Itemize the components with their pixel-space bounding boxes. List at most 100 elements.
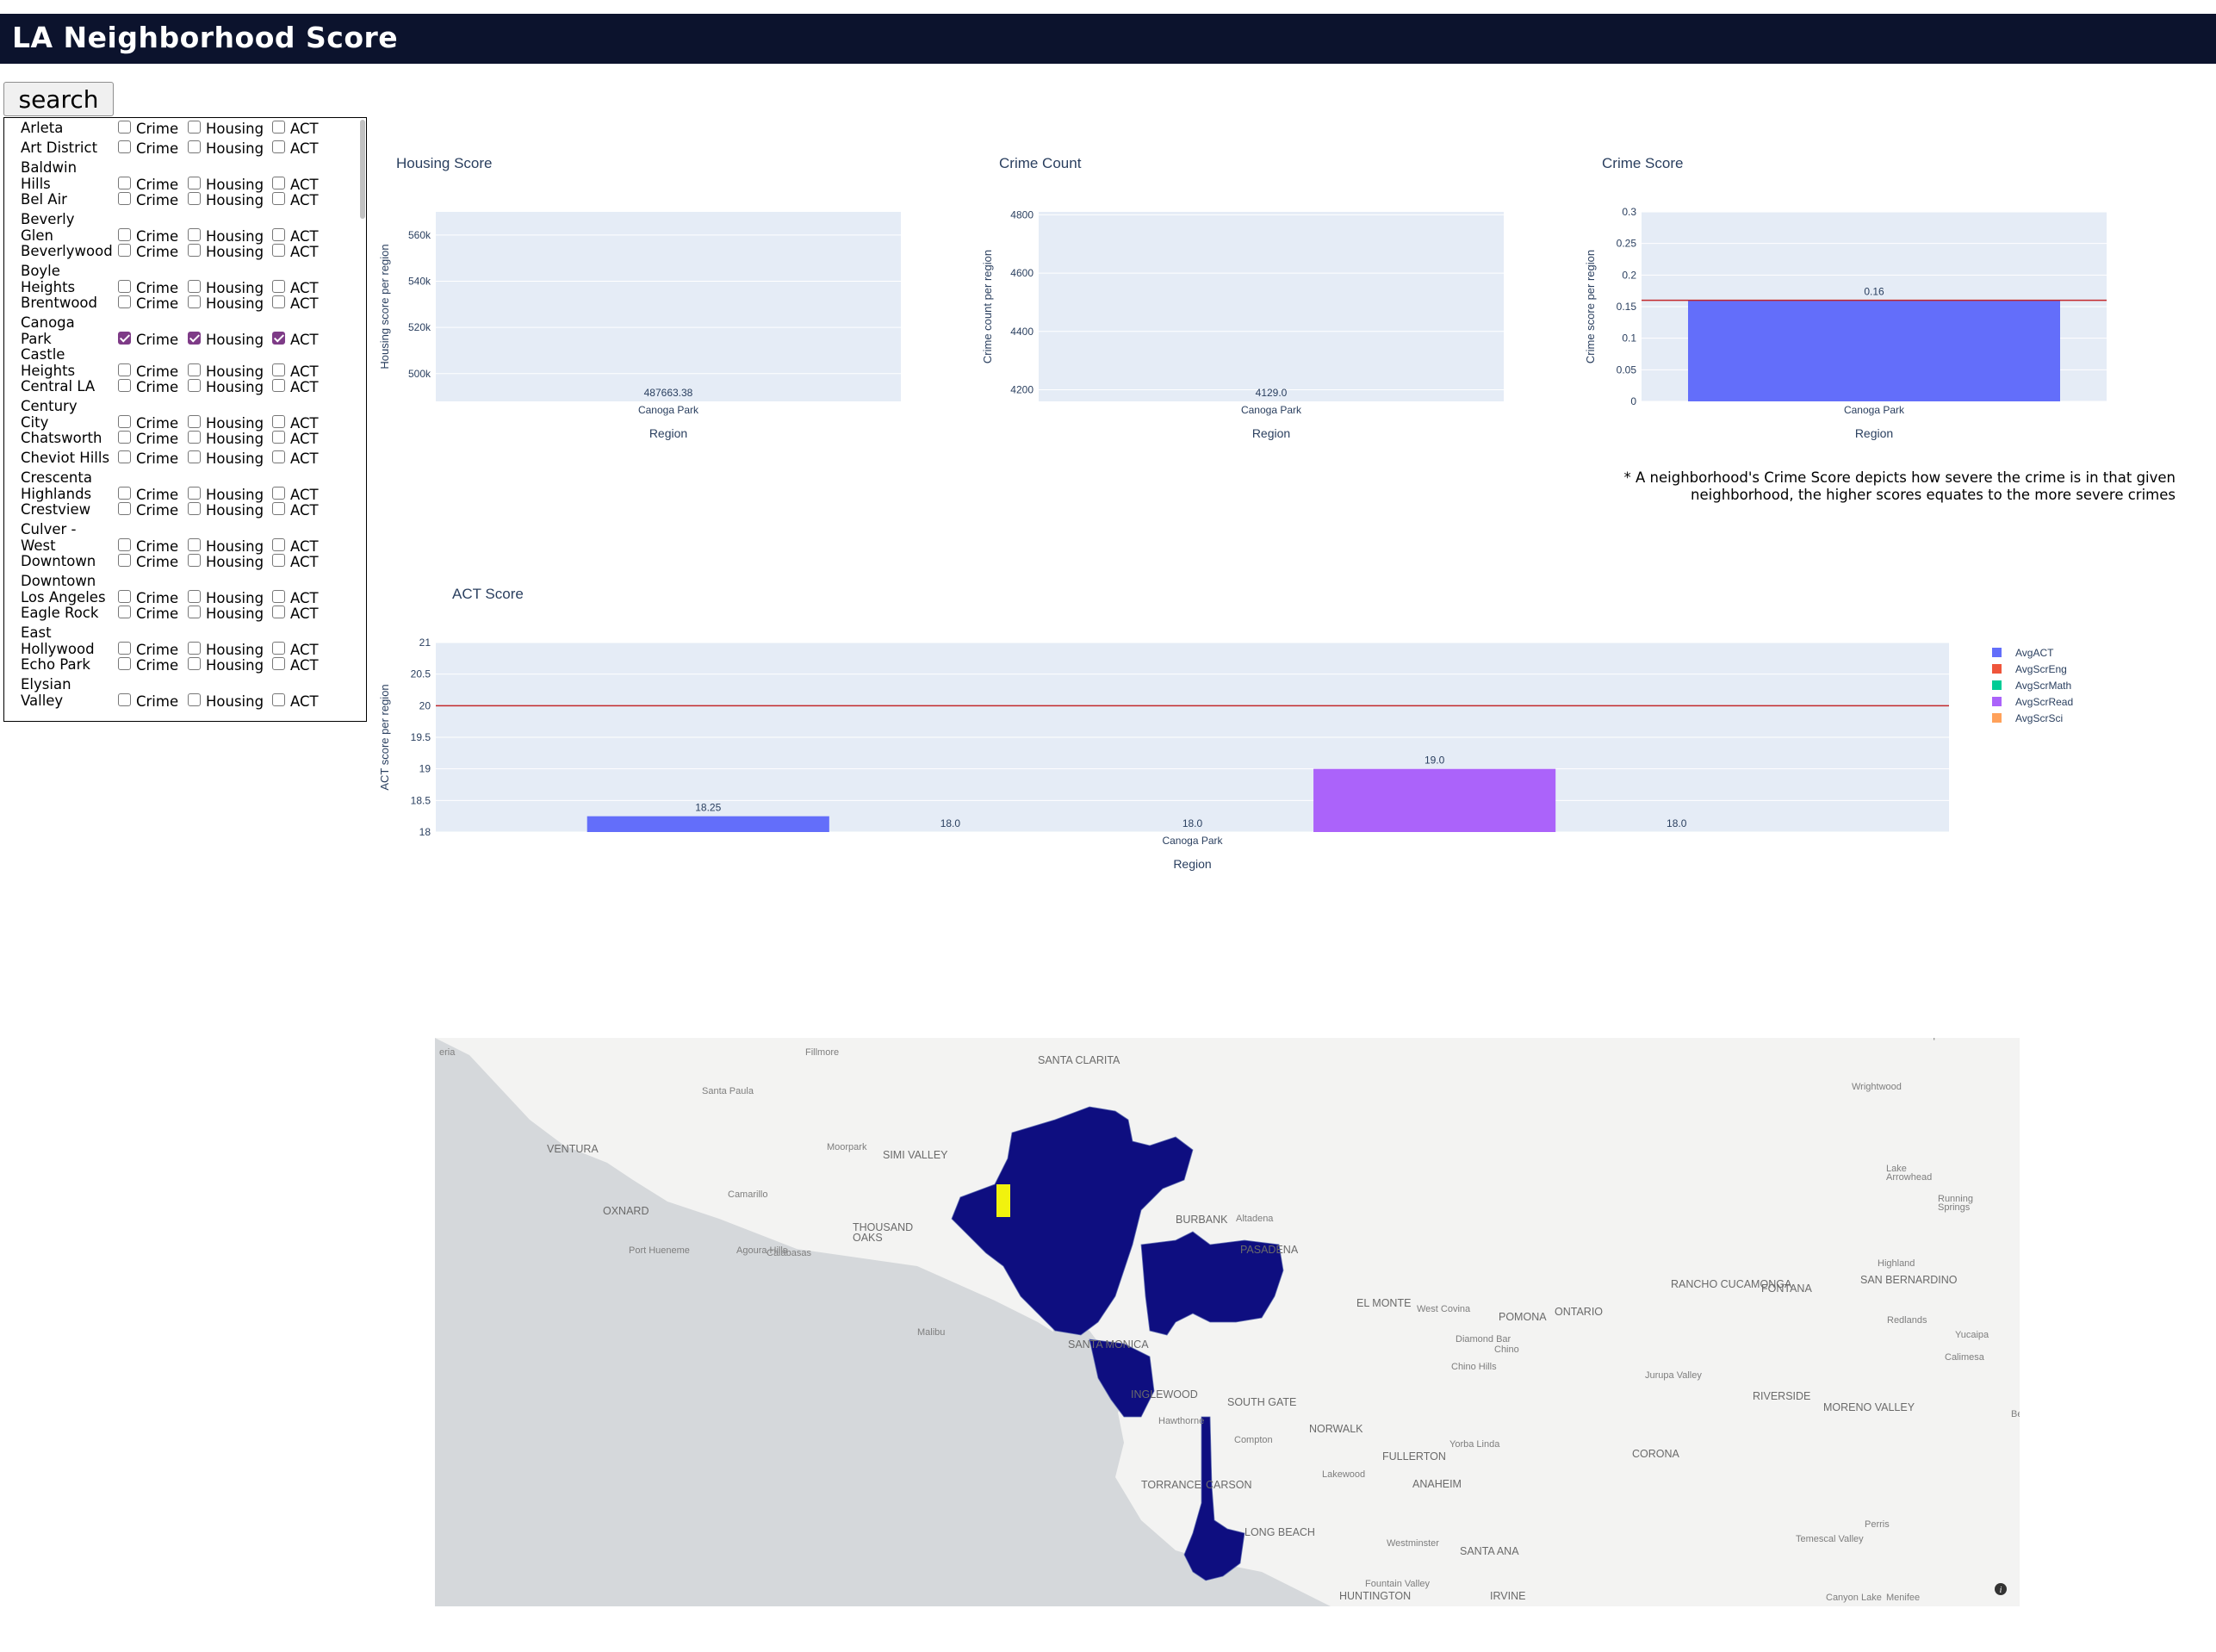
region-list-scrollbar[interactable]: [359, 118, 366, 721]
act-checkbox[interactable]: [272, 431, 285, 444]
choropleth-map[interactable]: i Fillmore SANTA CLARITA Santa Paula Moorpa…: [435, 1038, 2020, 1606]
act-checkbox[interactable]: [272, 280, 285, 293]
search-button[interactable]: search: [3, 82, 114, 116]
act-checkbox[interactable]: [272, 450, 285, 463]
scrollbar-thumb[interactable]: [360, 120, 365, 219]
housing-checkbox[interactable]: [188, 140, 201, 153]
crime-checkbox[interactable]: [118, 244, 131, 257]
act-checkbox[interactable]: [272, 606, 285, 618]
housing-checkbox[interactable]: [188, 121, 201, 134]
crime-checkbox[interactable]: [118, 363, 131, 376]
housing-checkbox[interactable]: [188, 590, 201, 603]
region-name-line: Beverlywood: [21, 243, 113, 259]
crime-checkbox[interactable]: [118, 295, 131, 308]
housing-checkbox-label: Housing: [206, 121, 264, 137]
crime-checkbox[interactable]: [118, 177, 131, 189]
region-name: Eagle Rock: [21, 605, 120, 621]
housing-checkbox[interactable]: [188, 177, 201, 189]
crime-checkbox[interactable]: [118, 121, 131, 134]
act-checkbox[interactable]: [272, 192, 285, 205]
map-place-label: SANTA MONICA: [1068, 1338, 1149, 1351]
crime-checkbox[interactable]: [118, 502, 131, 515]
act-checkbox[interactable]: [272, 363, 285, 376]
crime-checkbox-label: Crime: [136, 121, 179, 137]
map-place-label: Wrightwood: [1852, 1082, 1902, 1092]
act-checkbox[interactable]: [272, 415, 285, 428]
legend-swatch[interactable]: [1992, 648, 2002, 657]
chart-title: Crime Count: [999, 155, 1082, 171]
map-svg[interactable]: i Fillmore SANTA CLARITA Santa Paula Moorpa…: [435, 1038, 2020, 1606]
act-checkbox[interactable]: [272, 502, 285, 515]
housing-checkbox[interactable]: [188, 228, 201, 241]
y-tick-label: 18: [419, 826, 431, 838]
region-name-line: Crescenta: [21, 469, 92, 486]
act-checkbox[interactable]: [272, 538, 285, 551]
act-checkbox[interactable]: [272, 657, 285, 670]
housing-checkbox[interactable]: [188, 431, 201, 444]
crime-checkbox[interactable]: [118, 693, 131, 706]
crime-checkbox[interactable]: [118, 431, 131, 444]
housing-checkbox[interactable]: [188, 606, 201, 618]
crime-checkbox[interactable]: [118, 450, 131, 463]
selected-region-canoga-park[interactable]: [996, 1184, 1010, 1217]
crime-checkbox[interactable]: [118, 192, 131, 205]
legend-swatch[interactable]: [1992, 680, 2002, 690]
legend-swatch[interactable]: [1992, 664, 2002, 674]
housing-checkbox[interactable]: [188, 502, 201, 515]
act-checkbox[interactable]: [272, 590, 285, 603]
housing-checkbox[interactable]: [188, 642, 201, 655]
housing-checkbox[interactable]: [188, 693, 201, 706]
housing-checkbox[interactable]: [188, 538, 201, 551]
act-checkbox[interactable]: [272, 177, 285, 189]
act-checkbox[interactable]: [272, 332, 285, 345]
act-checkbox[interactable]: [272, 487, 285, 500]
act-checkbox[interactable]: [272, 121, 285, 134]
region-name-line: Valley: [21, 692, 64, 709]
housing-checkbox[interactable]: [188, 450, 201, 463]
crime-checkbox[interactable]: [118, 657, 131, 670]
legend-swatch[interactable]: [1992, 713, 2002, 723]
housing-checkbox[interactable]: [188, 379, 201, 392]
housing-checkbox[interactable]: [188, 332, 201, 345]
act-checkbox[interactable]: [272, 140, 285, 153]
crime-checkbox[interactable]: [118, 554, 131, 567]
region-name: Beverlywood: [21, 243, 120, 259]
crime-checkbox[interactable]: [118, 590, 131, 603]
act-checkbox[interactable]: [272, 295, 285, 308]
housing-checkbox[interactable]: [188, 363, 201, 376]
legend-swatch[interactable]: [1992, 697, 2002, 706]
act-checkbox[interactable]: [272, 244, 285, 257]
act-checkbox[interactable]: [272, 693, 285, 706]
crime-checkbox[interactable]: [118, 379, 131, 392]
crime-checkbox-label: Crime: [136, 192, 179, 208]
act-checkbox-label: ACT: [290, 693, 319, 710]
act-checkbox[interactable]: [272, 228, 285, 241]
act-checkbox[interactable]: [272, 554, 285, 567]
housing-checkbox[interactable]: [188, 280, 201, 293]
crime-checkbox[interactable]: [118, 280, 131, 293]
crime-checkbox[interactable]: [118, 140, 131, 153]
crime-checkbox-label: Crime: [136, 140, 179, 157]
housing-checkbox[interactable]: [188, 657, 201, 670]
region-name-line: Art District: [21, 140, 98, 156]
region-filter-list[interactable]: Arleta Crime Housing ACT Art District Crime Ho…: [3, 117, 367, 722]
act-checkbox[interactable]: [272, 379, 285, 392]
housing-checkbox[interactable]: [188, 244, 201, 257]
crime-checkbox[interactable]: [118, 415, 131, 428]
crime-checkbox[interactable]: [118, 487, 131, 500]
housing-checkbox[interactable]: [188, 415, 201, 428]
crime-checkbox[interactable]: [118, 606, 131, 618]
housing-checkbox[interactable]: [188, 487, 201, 500]
map-place-label: CORONA: [1632, 1448, 1680, 1460]
housing-checkbox[interactable]: [188, 554, 201, 567]
map-place-label: Canyon Lake: [1826, 1593, 1882, 1603]
x-tick-label: Canoga Park: [1162, 835, 1223, 847]
region-name-line: Elysian: [21, 676, 71, 692]
crime-checkbox[interactable]: [118, 332, 131, 345]
act-checkbox[interactable]: [272, 642, 285, 655]
housing-checkbox[interactable]: [188, 295, 201, 308]
crime-checkbox[interactable]: [118, 538, 131, 551]
crime-checkbox[interactable]: [118, 642, 131, 655]
crime-checkbox[interactable]: [118, 228, 131, 241]
housing-checkbox[interactable]: [188, 192, 201, 205]
